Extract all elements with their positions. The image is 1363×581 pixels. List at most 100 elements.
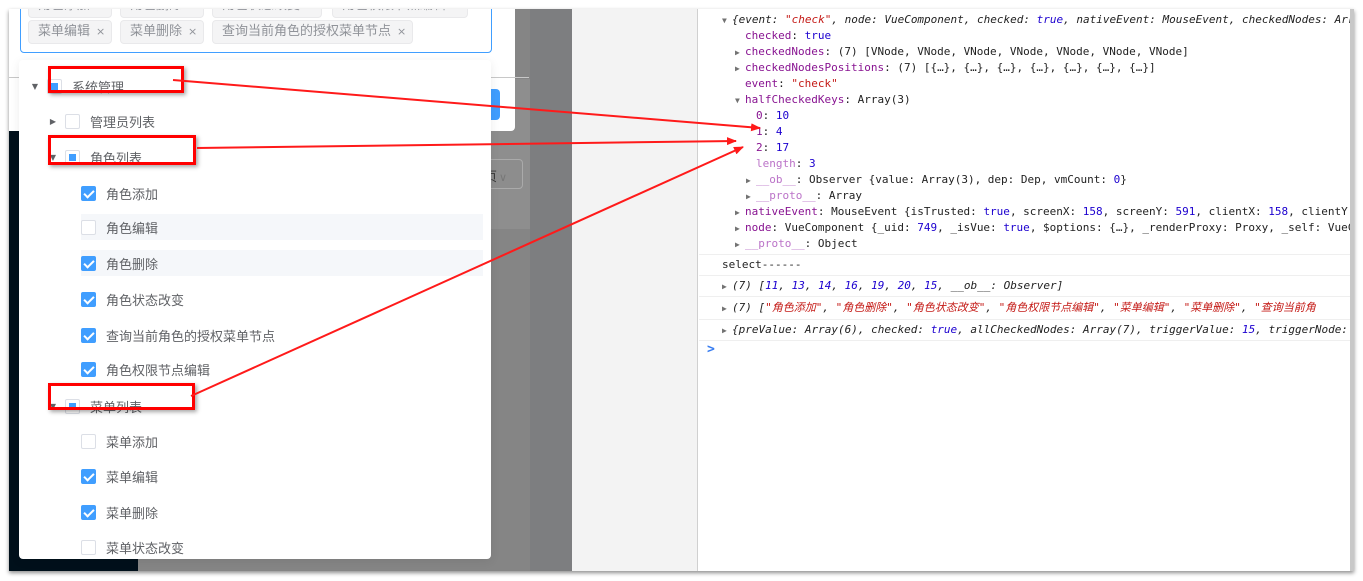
- expand-closed-icon: ▶: [722, 304, 727, 313]
- tree-checkbox[interactable]: [81, 255, 96, 271]
- tree-node[interactable]: 角色编辑: [81, 214, 483, 240]
- tree-node[interactable]: 菜单添加: [81, 428, 158, 454]
- tag-close-icon[interactable]: ×: [452, 9, 461, 17]
- prop-checked-nodes-positions[interactable]: ▶ checkedNodesPositions: (7) [{…}, {…}, {…: [735, 60, 1156, 76]
- console-token: 10: [775, 109, 790, 122]
- console-token: __proto__: [756, 189, 816, 202]
- console-prompt[interactable]: >: [707, 342, 715, 358]
- caret-right-icon[interactable]: ▶: [47, 115, 59, 127]
- prop-array-proto[interactable]: ▶ __proto__: Array: [746, 188, 862, 204]
- console-token: 158: [1268, 205, 1289, 218]
- expand-closed-icon: ▶: [735, 48, 740, 57]
- console-log-change[interactable]: ▶ {preValue: Array(6), checked: true, all…: [722, 322, 1348, 338]
- console-token: Object: [817, 237, 858, 250]
- console-token: checkedNodes: [745, 45, 825, 58]
- console-scrollbar[interactable]: [1350, 9, 1354, 571]
- tag-close-icon[interactable]: ×: [188, 21, 197, 43]
- permission-select-input[interactable]: 角色添加×角色删除×角色状态改变×角色权限节点编辑×菜单编辑×菜单删除×查询当前…: [20, 9, 492, 53]
- console-token: , node: VueComponent, checked:: [831, 13, 1037, 26]
- tag-label: 角色权限节点编辑: [342, 9, 446, 13]
- tree-node-label: 菜单编辑: [106, 470, 159, 486]
- half-checked-key-item[interactable]: 1: 4: [756, 124, 783, 140]
- console-token: , screenY:: [1102, 205, 1176, 218]
- tag-close-icon[interactable]: ×: [188, 9, 197, 17]
- prop-native-event[interactable]: ▶ nativeEvent: MouseEvent {isTrusted: tru…: [735, 204, 1354, 220]
- prop-length[interactable]: length: 3: [756, 156, 816, 172]
- expand-open-icon: ▼: [735, 96, 740, 105]
- tree-node[interactable]: 菜单删除: [81, 499, 158, 525]
- expand-closed-icon: ▶: [735, 224, 740, 233]
- console-token: 3: [809, 157, 816, 170]
- tree-checkbox[interactable]: [81, 327, 96, 343]
- expand-closed-icon: ▶: [722, 326, 727, 335]
- selected-tag: 菜单删除 ×: [120, 20, 205, 44]
- console-log-select[interactable]: select------: [722, 257, 801, 273]
- console-token: 13: [791, 279, 805, 292]
- tree-checkbox[interactable]: [81, 361, 96, 377]
- tree-node-label: 菜单添加: [106, 435, 159, 451]
- tree-checkbox[interactable]: [81, 504, 96, 520]
- prop-checked[interactable]: checked: true: [745, 28, 831, 44]
- console-token: true: [930, 323, 958, 336]
- console-log-labels[interactable]: ▶ (7) ["角色添加", "角色删除", "角色状态改变", "角色权限节点编…: [722, 300, 1316, 316]
- console-object-summary[interactable]: ▼ {event: "check", node: VueComponent, ch…: [722, 12, 1354, 28]
- console-token: VueComponent {_uid:: [784, 221, 918, 234]
- tree-checkbox[interactable]: [81, 433, 96, 449]
- half-checked-key-item[interactable]: 2: 17: [756, 140, 789, 156]
- tag-label: 查询当前角色的授权菜单节点: [222, 24, 392, 39]
- selected-tag: 菜单编辑 ×: [28, 20, 113, 44]
- tree-checkbox[interactable]: [81, 291, 96, 307]
- console-token: (7) [{…}, {…}, {…}, {…}, {…}, {…}, {…}]: [897, 61, 1156, 74]
- tree-checkbox[interactable]: [81, 185, 96, 201]
- tree-node[interactable]: 菜单编辑: [81, 463, 158, 489]
- tree-node[interactable]: 角色权限节点编辑: [81, 356, 210, 382]
- tree-node[interactable]: 角色状态改变: [81, 286, 184, 312]
- expand-closed-icon: ▶: [722, 282, 727, 291]
- tree-node[interactable]: 角色添加: [81, 180, 158, 206]
- console-token: ,: [910, 279, 925, 292]
- prop-event[interactable]: event: "check": [745, 76, 838, 92]
- console-token: }: [1120, 173, 1127, 186]
- console-token: checked: [745, 29, 792, 42]
- tag-close-icon[interactable]: ×: [306, 9, 315, 17]
- tree-node[interactable]: 菜单状态改变: [81, 534, 184, 560]
- tag-label: 角色添加: [38, 9, 90, 13]
- console-separator: [699, 296, 1350, 297]
- selected-tag: 角色添加 ×: [28, 9, 113, 18]
- console-token: "角色状态改变": [906, 301, 986, 314]
- console-token: :: [884, 61, 898, 74]
- tree-node[interactable]: ▶ 管理员列表: [47, 108, 155, 134]
- prop-checked-nodes[interactable]: ▶ checkedNodes: (7) [VNode, VNode, VNode,…: [735, 44, 1189, 60]
- console-token: select------: [722, 258, 802, 271]
- console-token: ,: [831, 279, 845, 292]
- half-checked-key-item[interactable]: 0: 10: [756, 108, 789, 124]
- tree-checkbox[interactable]: [81, 468, 96, 484]
- caret-down-icon[interactable]: ▼: [29, 80, 41, 92]
- screenshot-frame: 页∨ 角色添加×角色删除×角色状态改变×角色权限节点编辑×菜单编辑×菜单删除×查…: [9, 9, 1354, 571]
- tree-checkbox[interactable]: [81, 539, 96, 555]
- console-token: ,: [884, 279, 898, 292]
- tree-node-label: 管理员列表: [90, 115, 156, 131]
- selected-tag: 查询当前角色的授权菜单节点 ×: [212, 20, 414, 44]
- console-token: true: [983, 205, 1010, 218]
- tree-node[interactable]: 查询当前角色的授权菜单节点: [81, 322, 275, 348]
- console-log-keys[interactable]: ▶ (7) [11, 13, 14, 16, 19, 20, 15, __ob__…: [722, 278, 1063, 294]
- tree-node[interactable]: 角色删除: [81, 250, 483, 276]
- console-token: 4: [775, 125, 783, 138]
- console-token: , _isVue:: [937, 221, 1004, 234]
- tag-close-icon[interactable]: ×: [96, 21, 105, 43]
- selected-tag: 角色状态改变 ×: [212, 9, 323, 18]
- prop-node[interactable]: ▶ node: VueComponent {_uid: 749, _isVue: …: [735, 220, 1354, 236]
- prop-half-checked-keys[interactable]: ▼ halfCheckedKeys: Array(3): [735, 92, 911, 108]
- console-token: :: [795, 157, 809, 170]
- tag-close-icon[interactable]: ×: [96, 9, 105, 17]
- tree-checkbox[interactable]: [81, 219, 96, 235]
- tree-node-label: 菜单状态改变: [106, 541, 185, 557]
- prop-observer[interactable]: ▶ __ob__: Observer {value: Array(3), dep:…: [746, 172, 1127, 188]
- console-token: "check": [784, 13, 832, 26]
- prop-object-proto[interactable]: ▶ __proto__: Object: [735, 236, 858, 252]
- app-scroll-strip: [530, 9, 572, 571]
- annotation-highlight-box: [48, 383, 195, 410]
- tree-checkbox[interactable]: [65, 113, 80, 129]
- tag-close-icon[interactable]: ×: [397, 21, 406, 43]
